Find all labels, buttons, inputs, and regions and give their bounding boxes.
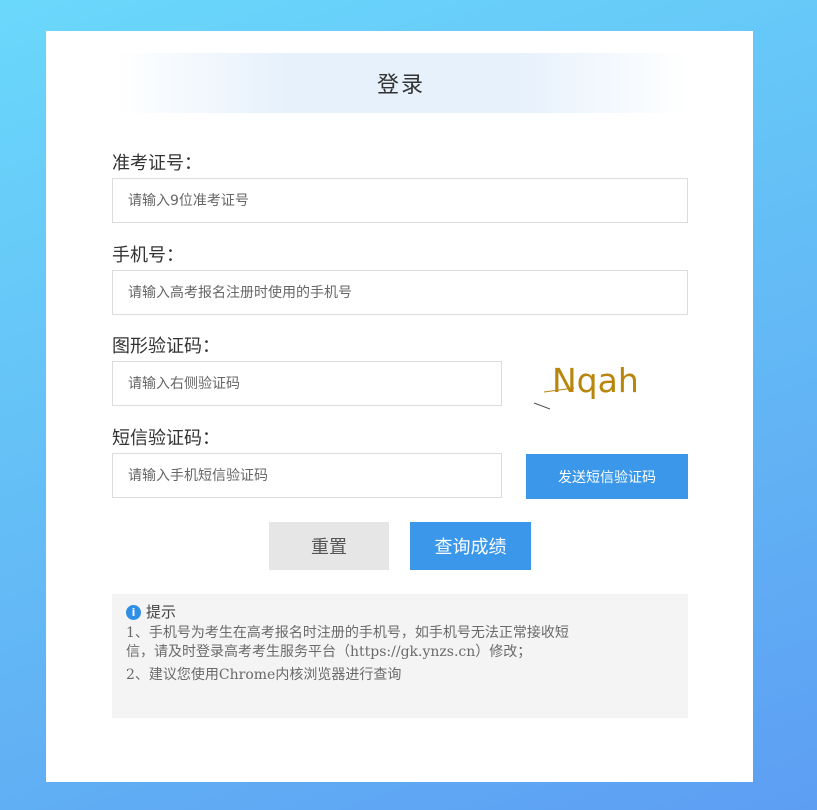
captcha-image[interactable]: Nqah: [524, 356, 664, 416]
sms-code-input[interactable]: [112, 453, 502, 498]
title-bar: 登录: [114, 53, 688, 113]
send-sms-button[interactable]: 发送短信验证码: [526, 454, 688, 499]
tip-line-1b: 信，请及时登录高考考生服务平台（https://gk.ynzs.cn）修改；: [126, 644, 532, 660]
captcha-label: 图形验证码：: [112, 336, 220, 357]
login-card: 登录 准考证号： 手机号： 图形验证码： Nqah 短信验证码： 发送短信验证码…: [46, 31, 753, 782]
info-icon: i: [126, 605, 141, 620]
captcha-input[interactable]: [112, 361, 502, 406]
phone-input[interactable]: [112, 270, 688, 315]
tip-line-1a: 1、手机号为考生在高考报名时注册的手机号，如手机号无法正常接收短: [126, 625, 569, 641]
tips-header: i 提示: [126, 604, 674, 621]
sms-label: 短信验证码：: [112, 428, 220, 449]
query-score-button[interactable]: 查询成绩: [410, 522, 531, 570]
reset-button[interactable]: 重置: [269, 522, 389, 570]
ticket-label: 准考证号：: [112, 153, 202, 174]
tips-box: i 提示 1、手机号为考生在高考报名时注册的手机号，如手机号无法正常接收短 信，…: [112, 594, 688, 718]
captcha-text: Nqah: [552, 361, 639, 400]
tip-line-2: 2、建议您使用Chrome内核浏览器进行查询: [126, 667, 402, 683]
ticket-number-input[interactable]: [112, 178, 688, 223]
phone-label: 手机号：: [112, 245, 184, 266]
page-title: 登录: [376, 73, 425, 98]
tips-title: 提示: [146, 603, 177, 621]
